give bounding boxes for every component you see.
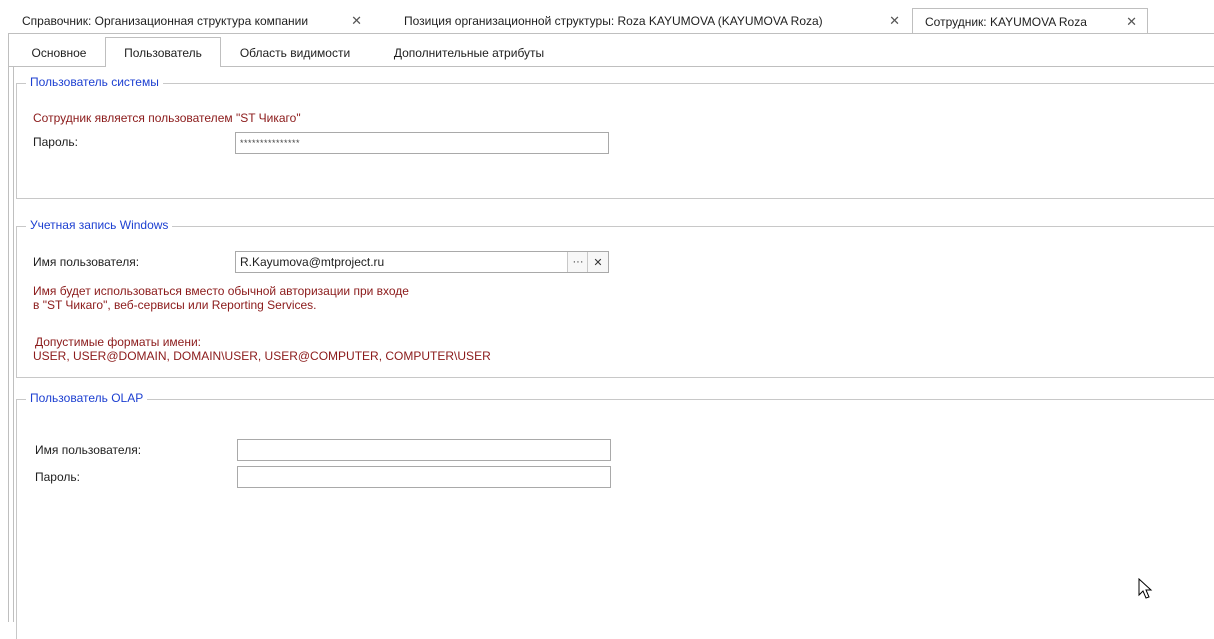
olap-username-field[interactable] [237,439,611,461]
doc-tab-label: Позиция организационной структуры: Roza … [404,14,823,28]
group-system-user: Пользователь системы Сотрудник является … [16,75,1214,199]
password-field[interactable]: *************** [235,132,609,154]
windows-hint-line2: в "ST Чикаго", веб-сервисы или Reporting… [33,298,317,312]
tab-user[interactable]: Пользователь [105,37,221,67]
tab-label: Пользователь [124,45,202,60]
tab-label: Область видимости [239,45,351,60]
group-title: Учетная запись Windows [26,218,173,232]
windows-username-label: Имя пользователя: [33,255,140,269]
tab-label: Основное [31,45,87,60]
doc-tab-label: Сотрудник: KAYUMOVA Roza [925,15,1087,29]
windows-username-value: R.Kayumova@mtproject.ru [240,255,385,269]
doc-tab-org-structure[interactable]: Справочник: Организационная структура ко… [10,8,372,34]
mouse-pointer-icon [1138,578,1153,599]
clear-icon[interactable]: ✕ [587,252,608,272]
tab-label: Дополнительные атрибуты [393,45,545,60]
system-user-info: Сотрудник является пользователем "ST Чик… [33,111,301,125]
olap-username-label: Имя пользователя: [35,443,142,457]
olap-password-field[interactable] [237,466,611,488]
tab-content-user: Пользователь системы Сотрудник является … [13,67,1214,639]
close-icon[interactable]: ✕ [1126,14,1137,30]
tab-visibility-scope[interactable]: Область видимости [221,38,369,66]
formats-title: Допустимые форматы имени: [35,335,202,349]
doc-tab-position[interactable]: Позиция организационной структуры: Roza … [392,8,910,34]
group-windows-account: Учетная запись Windows Имя пользователя:… [16,218,1214,378]
browse-button[interactable]: ··· [567,252,588,272]
document-tab-strip: Справочник: Организационная структура ко… [0,0,1214,35]
password-label: Пароль: [33,135,78,149]
group-olap-user: Пользователь OLAP Имя пользователя: Паро… [16,391,1214,639]
tab-additional-attributes[interactable]: Дополнительные атрибуты [371,38,567,66]
windows-username-field[interactable]: R.Kayumova@mtproject.ru ··· ✕ [235,251,609,273]
close-icon[interactable]: ✕ [351,13,362,29]
inner-tab-strip: Основное Пользователь Область видимости … [9,34,1214,67]
employee-panel: Основное Пользователь Область видимости … [8,34,1214,639]
tab-general[interactable]: Основное [13,38,105,66]
close-icon[interactable]: ✕ [889,13,900,29]
doc-tab-label: Справочник: Организационная структура ко… [22,14,309,28]
windows-hint-line1: Имя будет использоваться вместо обычной … [33,284,409,298]
group-title: Пользователь системы [26,75,163,89]
group-title: Пользователь OLAP [26,391,148,405]
doc-tab-employee[interactable]: Сотрудник: KAYUMOVA Roza ✕ [912,8,1148,35]
olap-password-label: Пароль: [35,470,80,484]
formats-value: USER, USER@DOMAIN, DOMAIN\USER, USER@COM… [33,349,491,363]
